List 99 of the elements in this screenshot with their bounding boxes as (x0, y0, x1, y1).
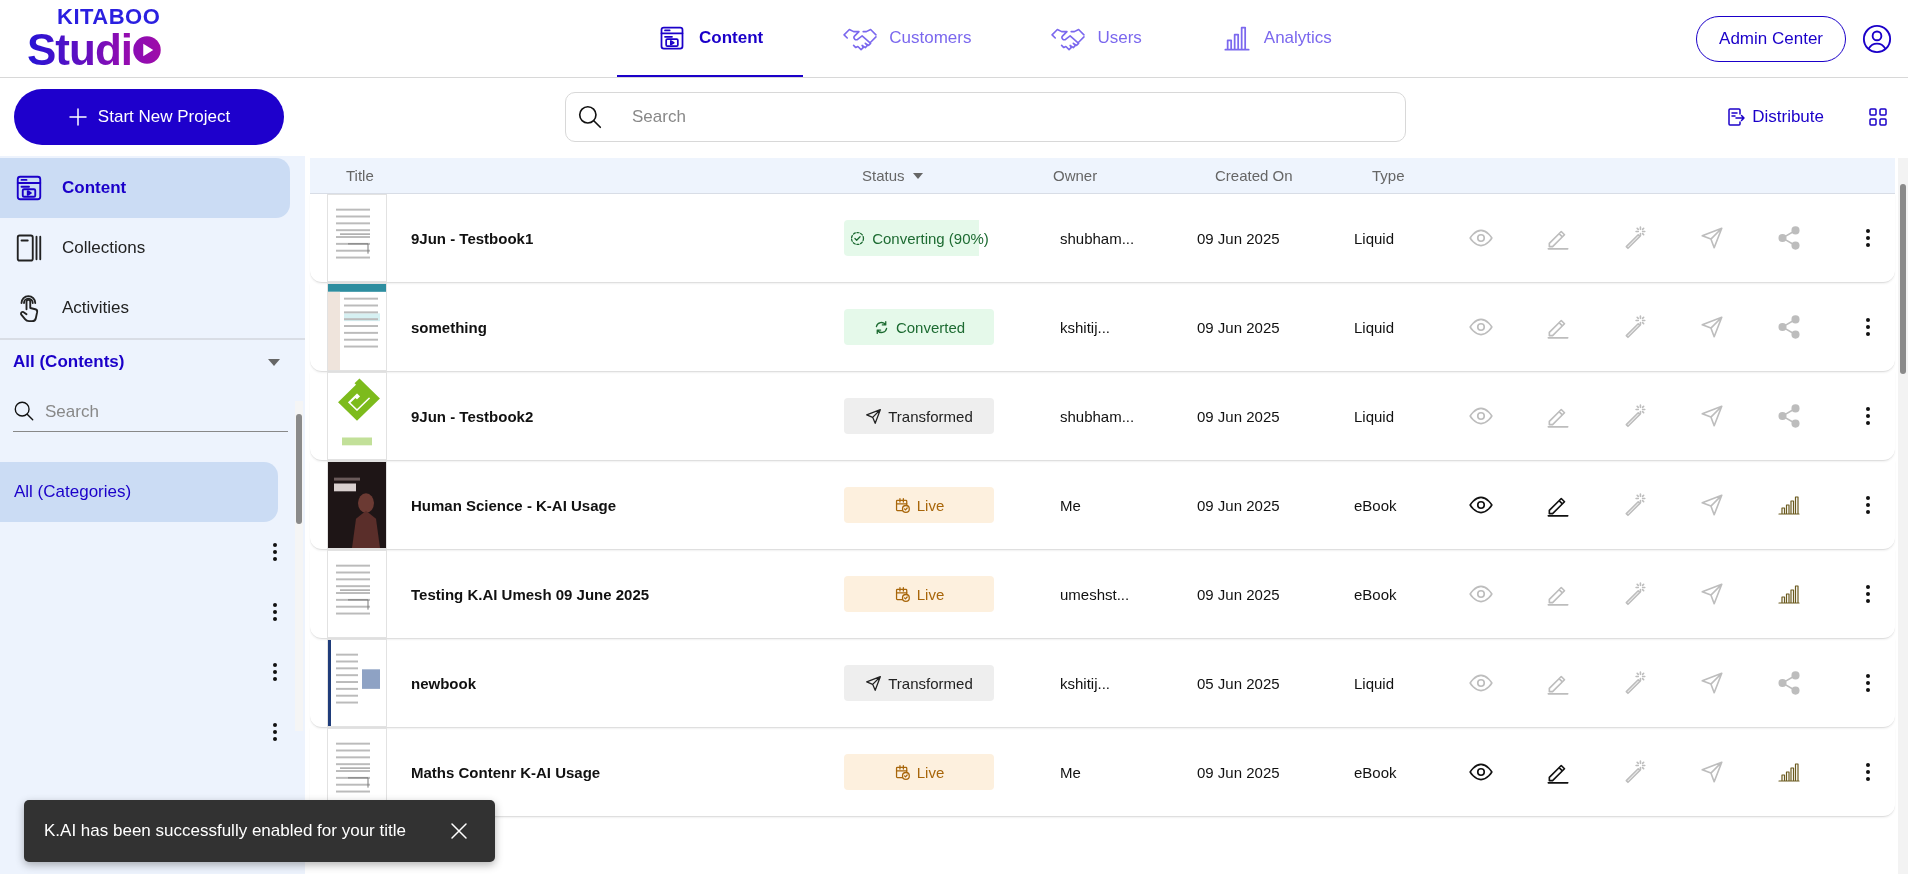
more-options-icon[interactable] (272, 602, 278, 622)
nav-tab[interactable]: Analytics (1181, 0, 1372, 77)
table-cell-text: umeshst... (1059, 585, 1131, 603)
document-export-icon (1726, 107, 1747, 127)
title-text: newbook (411, 674, 476, 692)
title-text: 9Jun - Testbook1 (411, 229, 534, 247)
admin-center-button[interactable]: Admin Center (1696, 15, 1846, 62)
search-icon (577, 104, 603, 130)
table-cell-text: eBook (1354, 585, 1398, 603)
send-icon[interactable] (1698, 492, 1725, 518)
more-options-icon[interactable] (1865, 406, 1871, 426)
table-cell-text: shubham... (1059, 407, 1136, 425)
send-icon[interactable] (1698, 403, 1725, 429)
search-field[interactable]: Search (565, 92, 1406, 142)
table-cell-text: Me (1059, 763, 1082, 781)
table-cell-text: eBook (1354, 496, 1398, 514)
send-icon[interactable] (1698, 225, 1725, 251)
table-row[interactable]: 9Jun - Testbook2 Transformed shubham... 09 Jun 2025 Liquid (310, 372, 1895, 461)
table-cell-text: 09 Jun 2025 (1197, 229, 1281, 247)
table-row[interactable]: 9Jun - Testbook1 Converting (90%) shubham... 09 Jun 2025 Liquid (310, 194, 1895, 283)
close-icon[interactable] (449, 821, 469, 841)
table-cell-text: Liquid (1354, 318, 1396, 336)
play-circle-icon (132, 34, 162, 65)
category-item[interactable]: All (Categories) (0, 462, 278, 522)
table-cell-text: Liquid (1354, 229, 1396, 247)
table-cell-text: shubham... (1059, 229, 1136, 247)
status-badge: Live (844, 487, 994, 523)
status-icon (865, 407, 883, 425)
title-text: Human Science - K-AI Usage (411, 496, 617, 514)
status-icon (865, 674, 883, 692)
table-row[interactable]: newbook Transformed kshitij... 05 Jun 2025 Liquid (310, 639, 1895, 728)
scrollbar-thumb[interactable] (1900, 184, 1906, 374)
more-options-icon[interactable] (272, 542, 278, 562)
sidebar-item[interactable]: Content (0, 158, 290, 218)
table-cell-text: 09 Jun 2025 (1197, 318, 1281, 336)
more-options-icon[interactable] (1865, 317, 1871, 337)
column-header[interactable]: Type (1354, 167, 1405, 184)
sidebar-item[interactable]: Activities (0, 278, 290, 338)
more-options-icon[interactable] (272, 722, 278, 742)
logo-text: KITABOO (57, 5, 162, 28)
scrollbar-thumb[interactable] (296, 414, 302, 524)
status-badge: Live (844, 754, 994, 790)
table-cell-text: 09 Jun 2025 (1197, 407, 1281, 425)
more-options-icon[interactable] (272, 662, 278, 682)
toast-message: K.AI has been successfully enabled for your title (44, 821, 406, 841)
send-icon[interactable] (1698, 670, 1725, 696)
nav-tab[interactable]: Content (617, 0, 804, 77)
table-row[interactable]: something Converted kshitij... 09 Jun 2025 Liquid (310, 283, 1895, 372)
table-cell-text: Liquid (1354, 674, 1396, 692)
grid-view-icon[interactable] (1868, 107, 1888, 127)
nav-tab[interactable]: Users (1011, 0, 1182, 77)
new-project-button[interactable]: Start New Project (14, 89, 284, 145)
status-badge: Live (844, 576, 994, 612)
sidebar-item[interactable]: Collections (0, 218, 290, 278)
title-text: 9Jun - Testbook2 (411, 407, 534, 425)
table-cell-text: kshitij... (1059, 318, 1111, 336)
table-cell-text: 09 Jun 2025 (1197, 763, 1281, 781)
table-cell-text: Me (1059, 496, 1082, 514)
book-stack-icon (14, 233, 44, 263)
column-header[interactable]: Owner (1035, 167, 1098, 184)
table-cell-text: Liquid (1354, 407, 1396, 425)
send-icon[interactable] (1698, 314, 1725, 340)
nav-tab[interactable]: Customers (803, 0, 1012, 77)
content-filter-dropdown[interactable]: All (Contents) (0, 344, 290, 380)
caret-down-icon (268, 358, 280, 366)
table-row[interactable]: Human Science - K-AI Usage Live Me 09 Jun 2025 eBook (310, 461, 1895, 550)
search-icon (13, 400, 35, 422)
table-cell-text: 09 Jun 2025 (1197, 496, 1281, 514)
sort-caret-icon[interactable] (912, 172, 923, 179)
content-icon (14, 173, 44, 203)
send-icon[interactable] (1698, 759, 1725, 785)
title-text: Maths Contenr K-AI Usage (411, 763, 601, 781)
table-row[interactable]: Testing K.AI Umesh 09 June 2025 Live umeshst... 09 Jun 2025 eBook (310, 550, 1895, 639)
more-options-icon[interactable] (1865, 584, 1871, 604)
status-icon (893, 585, 911, 603)
profile-icon[interactable] (1862, 23, 1892, 54)
title-text: something (411, 318, 487, 336)
column-header[interactable]: Title (328, 167, 374, 184)
sidebar-search-field[interactable]: Search (13, 392, 288, 432)
more-options-icon[interactable] (1865, 495, 1871, 515)
more-options-icon[interactable] (1865, 228, 1871, 248)
distribute-button[interactable]: Distribute (1720, 106, 1830, 128)
column-header[interactable]: Created On (1197, 167, 1293, 184)
table-cell-text: 05 Jun 2025 (1197, 674, 1281, 692)
plus-icon (67, 107, 88, 127)
more-options-icon[interactable] (1865, 673, 1871, 693)
table-cell-text: kshitij... (1059, 674, 1111, 692)
title-text: Testing K.AI Umesh 09 June 2025 (411, 585, 650, 603)
status-badge: Transformed (844, 665, 994, 701)
table-cell-text: eBook (1354, 763, 1398, 781)
status-badge: Transformed (844, 398, 994, 434)
send-icon[interactable] (1698, 581, 1725, 607)
status-icon (893, 496, 911, 514)
status-icon (849, 229, 867, 247)
status-icon (893, 763, 911, 781)
status-badge: Converted (844, 309, 994, 345)
more-options-icon[interactable] (1865, 762, 1871, 782)
table-cell-text: 09 Jun 2025 (1197, 585, 1281, 603)
column-header[interactable]: Status (844, 167, 905, 184)
